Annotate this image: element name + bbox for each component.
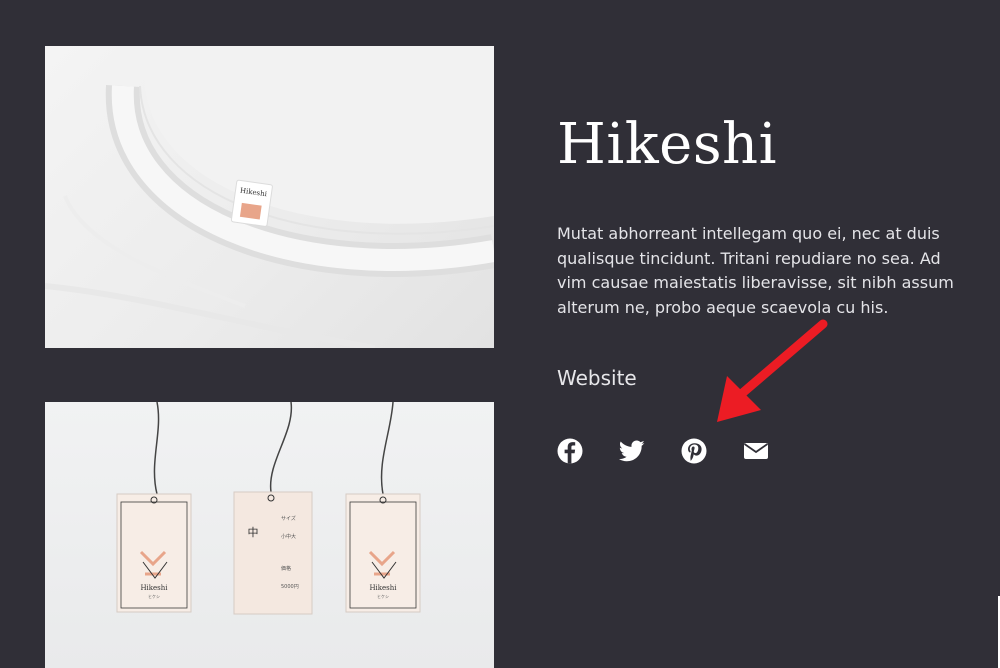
pinterest-share-button[interactable] bbox=[681, 438, 707, 464]
email-share-button[interactable] bbox=[743, 438, 769, 464]
svg-text:サイズ: サイズ bbox=[281, 515, 296, 522]
project-title: Hikeshi bbox=[557, 112, 778, 177]
hang-tag: Hikeshi ヒケシ bbox=[116, 493, 192, 613]
svg-text:小中大: 小中大 bbox=[281, 533, 296, 540]
hang-tag: Hikeshi ヒケシ bbox=[345, 493, 421, 613]
svg-text:5000円: 5000円 bbox=[281, 584, 299, 590]
svg-text:価格: 価格 bbox=[281, 565, 291, 572]
envelope-icon bbox=[743, 443, 769, 459]
svg-text:ヒケシ: ヒケシ bbox=[377, 593, 389, 599]
website-link[interactable]: Website bbox=[557, 366, 637, 390]
twitter-icon bbox=[619, 440, 645, 462]
svg-text:Hikeshi: Hikeshi bbox=[369, 584, 397, 592]
tshirt-image: Hikeshi bbox=[45, 46, 494, 348]
svg-text:Hikeshi: Hikeshi bbox=[140, 584, 168, 592]
svg-text:ヒケシ: ヒケシ bbox=[148, 593, 160, 599]
social-share-bar bbox=[557, 438, 769, 464]
hang-tags-image: Hikeshi ヒケシ 中 サイズ 小中大 価格 5000円 Hikeshi ヒ… bbox=[45, 402, 494, 668]
pinterest-icon bbox=[681, 438, 707, 464]
twitter-share-button[interactable] bbox=[619, 438, 645, 464]
facebook-icon bbox=[557, 438, 583, 464]
annotation-arrow bbox=[717, 319, 828, 422]
hang-tag: 中 サイズ 小中大 価格 5000円 bbox=[233, 491, 313, 615]
facebook-share-button[interactable] bbox=[557, 438, 583, 464]
project-description: Mutat abhorreant intellegam quo ei, nec … bbox=[557, 224, 954, 317]
svg-text:中: 中 bbox=[248, 526, 259, 539]
